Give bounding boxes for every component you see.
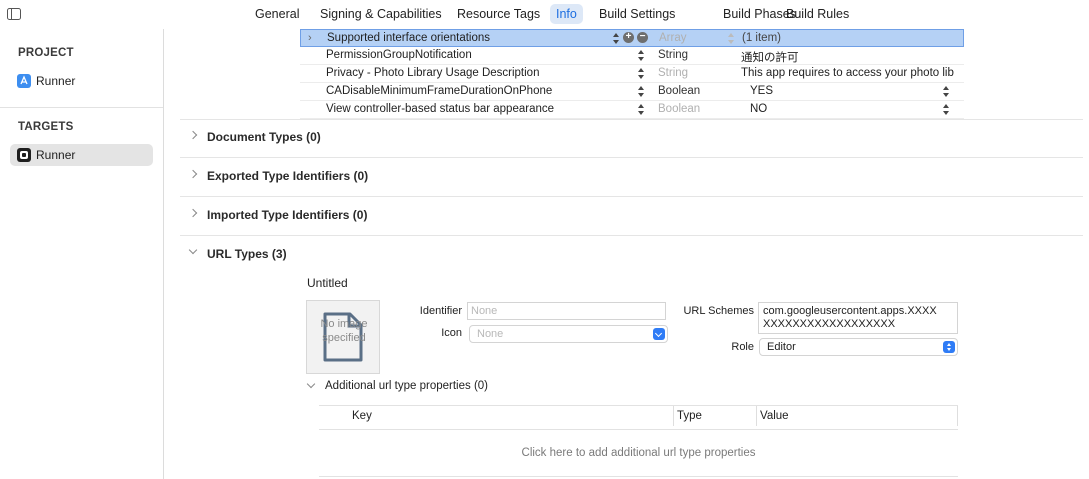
disclosure-chevron-icon[interactable] bbox=[188, 208, 198, 218]
url-schemes-line: XXXXXXXXXXXXXXXXXX bbox=[763, 318, 896, 330]
project-navigator: PROJECT Runner TARGETS Runner bbox=[0, 29, 164, 479]
plist-row[interactable]: PermissionGroupNotification String 通知の許可 bbox=[300, 47, 964, 65]
tab-signing-capabilities[interactable]: Signing & Capabilities bbox=[314, 4, 448, 24]
target-item-runner[interactable]: Runner bbox=[10, 144, 153, 166]
role-label: Role bbox=[731, 341, 754, 353]
plist-value[interactable]: NO bbox=[750, 103, 968, 115]
additional-properties-title: Additional url type properties (0) bbox=[325, 380, 488, 392]
disclosure-chevron-down-icon[interactable] bbox=[306, 379, 316, 389]
key-stepper-icon[interactable] bbox=[638, 104, 645, 115]
section-title: Document Types (0) bbox=[207, 130, 321, 144]
url-schemes-field[interactable]: com.googleusercontent.apps.XXXX XXXXXXXX… bbox=[758, 302, 958, 334]
section-imported-type-identifiers[interactable]: Imported Type Identifiers (0) bbox=[180, 197, 1083, 236]
sidebar-divider bbox=[0, 107, 163, 108]
plist-value[interactable]: YES bbox=[750, 85, 968, 97]
key-stepper-icon[interactable] bbox=[613, 33, 620, 44]
key-stepper-icon[interactable] bbox=[638, 50, 645, 61]
tab-general[interactable]: General bbox=[249, 4, 305, 24]
column-header-type[interactable]: Type bbox=[677, 410, 702, 422]
plist-type: Boolean bbox=[658, 85, 701, 97]
column-header-key[interactable]: Key bbox=[352, 410, 372, 422]
identifier-field[interactable]: None bbox=[467, 302, 666, 320]
identifier-label: Identifier bbox=[419, 305, 462, 317]
project-item-label: Runner bbox=[36, 74, 76, 88]
tab-build-settings[interactable]: Build Settings bbox=[593, 4, 681, 24]
section-title: Exported Type Identifiers (0) bbox=[207, 169, 369, 183]
icon-popup-value: None bbox=[477, 328, 504, 340]
app-target-icon bbox=[17, 148, 31, 162]
icon-label: Icon bbox=[441, 327, 462, 339]
url-schemes-line: com.googleusercontent.apps.XXXX bbox=[763, 305, 937, 317]
disclosure-chevron-down-icon[interactable] bbox=[188, 245, 198, 255]
add-properties-hint[interactable]: Click here to add additional url type pr… bbox=[319, 447, 958, 459]
plist-value[interactable]: This app requires to access your photo l… bbox=[741, 67, 959, 79]
plist-type: Boolean bbox=[658, 103, 701, 115]
disclosure-chevron-icon[interactable]: › bbox=[308, 32, 312, 44]
remove-row-icon[interactable]: − bbox=[637, 32, 648, 43]
section-title: Imported Type Identifiers (0) bbox=[207, 208, 368, 222]
section-exported-type-identifiers[interactable]: Exported Type Identifiers (0) bbox=[180, 158, 1083, 197]
role-popup-value: Editor bbox=[767, 341, 796, 353]
editor-tab-bar: General Signing & Capabilities Resource … bbox=[0, 0, 1089, 29]
targets-header: TARGETS bbox=[18, 121, 74, 133]
add-row-icon[interactable]: + bbox=[623, 32, 634, 43]
disclosure-chevron-icon[interactable] bbox=[188, 130, 198, 140]
project-item-runner[interactable]: Runner bbox=[10, 70, 153, 92]
tab-resource-tags[interactable]: Resource Tags bbox=[451, 4, 546, 24]
column-separator bbox=[673, 406, 674, 426]
key-stepper-icon[interactable] bbox=[638, 68, 645, 79]
plist-key: View controller-based status bar appeara… bbox=[326, 103, 555, 115]
section-document-types[interactable]: Document Types (0) bbox=[180, 119, 1083, 158]
column-header-value[interactable]: Value bbox=[760, 410, 789, 422]
project-header: PROJECT bbox=[18, 47, 74, 59]
tab-info[interactable]: Info bbox=[550, 4, 583, 24]
plist-type: String bbox=[658, 49, 689, 61]
type-stepper-icon[interactable] bbox=[728, 33, 735, 44]
plist-row[interactable]: View controller-based status bar appeara… bbox=[300, 101, 964, 119]
plist-key: Supported interface orientations bbox=[327, 32, 491, 44]
section-url-types[interactable]: URL Types (3) bbox=[180, 236, 1083, 275]
url-type-image-well[interactable]: No image specified bbox=[306, 300, 380, 374]
column-separator bbox=[756, 406, 757, 426]
target-item-label: Runner bbox=[36, 148, 76, 162]
table-divider bbox=[319, 429, 958, 430]
plist-key: Privacy - Photo Library Usage Descriptio… bbox=[326, 67, 540, 79]
section-title: URL Types (3) bbox=[207, 247, 287, 261]
url-schemes-label: URL Schemes bbox=[683, 305, 754, 317]
plist-row[interactable]: CADisableMinimumFrameDurationOnPhone Boo… bbox=[300, 83, 964, 101]
column-separator bbox=[957, 406, 958, 426]
chevron-updown-icon bbox=[943, 341, 955, 353]
no-image-label: No image specified bbox=[320, 318, 368, 344]
plist-value: (1 item) bbox=[742, 32, 781, 44]
xcode-project-icon bbox=[17, 74, 31, 88]
plist-type: String bbox=[658, 67, 689, 79]
plist-key: CADisableMinimumFrameDurationOnPhone bbox=[326, 85, 553, 97]
plist-row[interactable]: Privacy - Photo Library Usage Descriptio… bbox=[300, 65, 964, 83]
icon-popup[interactable]: None bbox=[469, 325, 668, 343]
disclosure-chevron-icon[interactable] bbox=[188, 169, 198, 179]
table-divider bbox=[319, 405, 958, 406]
sidebar-toggle-icon[interactable] bbox=[7, 8, 21, 20]
tab-build-rules[interactable]: Build Rules bbox=[780, 4, 855, 24]
chevron-down-icon bbox=[653, 328, 665, 340]
table-divider bbox=[319, 476, 958, 477]
value-stepper-icon[interactable] bbox=[943, 86, 950, 97]
value-stepper-icon[interactable] bbox=[943, 104, 950, 115]
plist-row[interactable]: › Supported interface orientations + − A… bbox=[300, 29, 964, 47]
plist-value[interactable]: 通知の許可 bbox=[741, 49, 959, 65]
role-popup[interactable]: Editor bbox=[759, 338, 958, 356]
url-type-name: Untitled bbox=[307, 276, 348, 290]
plist-type: Array bbox=[659, 32, 687, 44]
key-stepper-icon[interactable] bbox=[638, 86, 645, 97]
plist-key: PermissionGroupNotification bbox=[326, 49, 472, 61]
